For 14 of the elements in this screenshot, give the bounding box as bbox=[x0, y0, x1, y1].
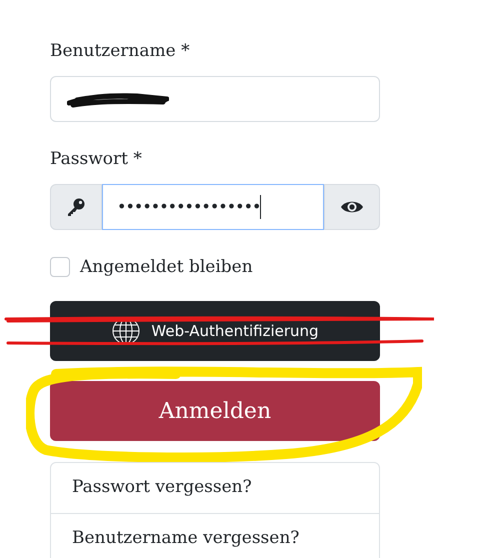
password-value: ••••••••••••••••• bbox=[117, 196, 260, 218]
login-button[interactable]: Anmelden bbox=[50, 381, 380, 441]
eye-icon bbox=[340, 199, 364, 215]
link-list-item[interactable]: Benutzername vergessen? bbox=[72, 526, 300, 552]
checkbox-label: Angemeldet bleiben bbox=[80, 256, 253, 279]
username-field[interactable] bbox=[50, 76, 380, 122]
password-label: Passwort * bbox=[50, 148, 142, 171]
text-cursor bbox=[260, 195, 262, 219]
username-label: Benutzername * bbox=[50, 40, 190, 63]
show-password-button[interactable] bbox=[324, 184, 380, 230]
key-icon bbox=[66, 197, 86, 217]
checkbox[interactable] bbox=[50, 257, 70, 277]
password-field[interactable]: ••••••••••••••••• bbox=[102, 184, 324, 230]
link-list-item[interactable]: Passwort vergessen? bbox=[72, 475, 252, 501]
